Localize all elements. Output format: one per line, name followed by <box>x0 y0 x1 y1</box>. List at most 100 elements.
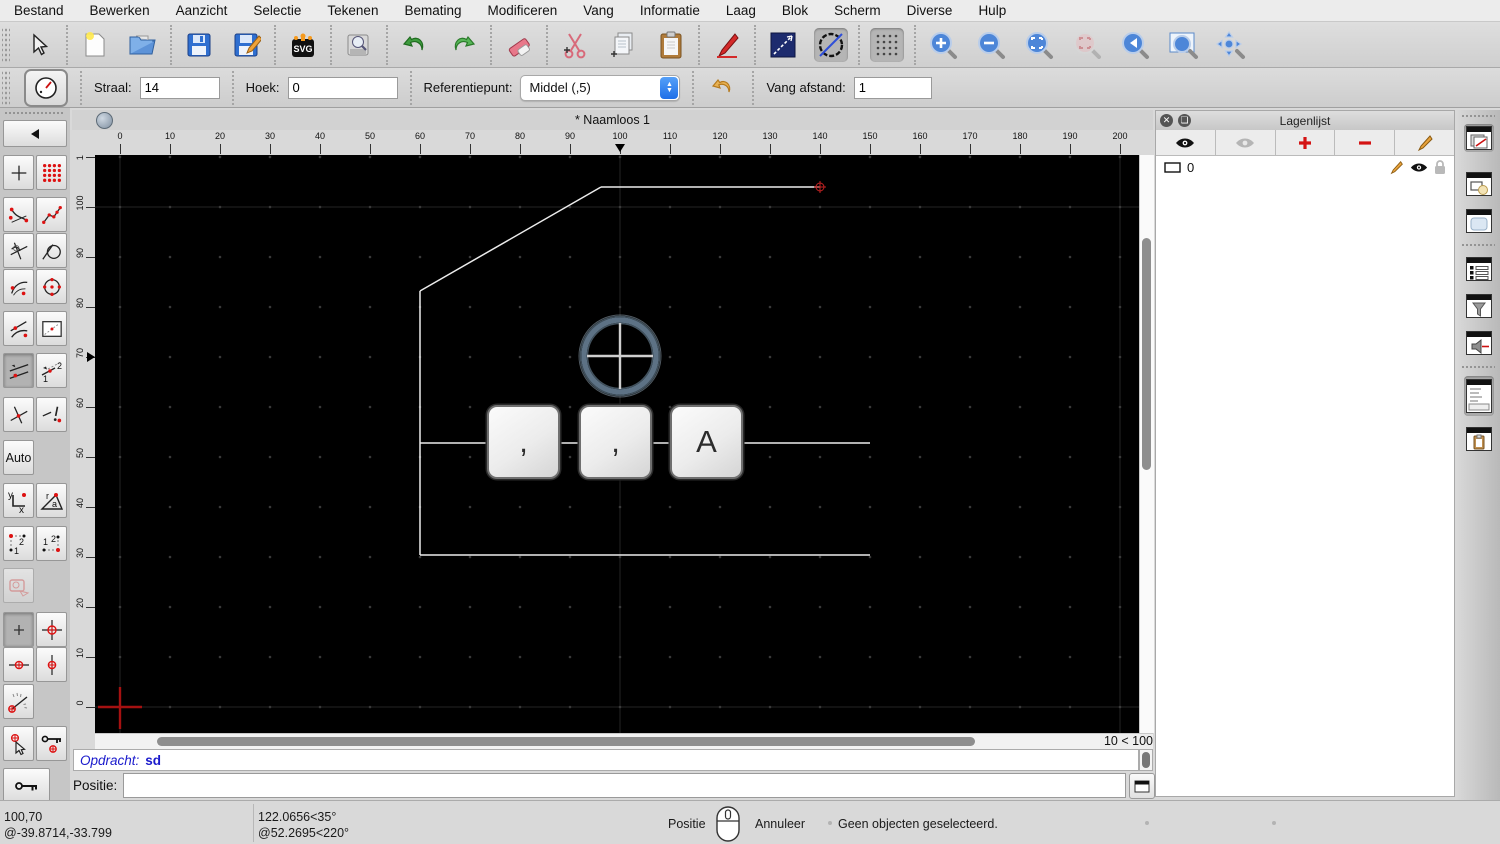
hide-all-layers-button[interactable] <box>1215 130 1276 156</box>
preview-palette-button[interactable] <box>1464 207 1494 235</box>
print-preview-button[interactable] <box>342 28 376 62</box>
layer-row[interactable]: 0 <box>1156 156 1454 178</box>
show-all-layers-button[interactable] <box>1156 130 1216 156</box>
param-undo-button[interactable] <box>706 71 740 105</box>
palette-collapse-button[interactable] <box>3 120 67 147</box>
tool-tangent-arc[interactable] <box>3 311 34 346</box>
tool-shape-snap[interactable] <box>3 568 34 603</box>
line-mode-button[interactable] <box>766 28 800 62</box>
zoom-in-button[interactable] <box>926 28 960 62</box>
tool-point[interactable] <box>3 155 34 190</box>
select-tool-button[interactable] <box>22 28 56 62</box>
menu-hulp[interactable]: Hulp <box>978 3 1006 18</box>
position-input[interactable] <box>123 772 1126 798</box>
tool-construction-line[interactable] <box>36 311 67 346</box>
layer-edit-pencil-icon[interactable] <box>1389 160 1404 175</box>
tool-coord-polar[interactable]: ra <box>36 483 67 518</box>
horizontal-scrollbar-thumb[interactable] <box>157 737 975 746</box>
save-as-button[interactable] <box>230 28 264 62</box>
command-scrollbar[interactable] <box>1139 749 1153 771</box>
menu-blok[interactable]: Blok <box>782 3 808 18</box>
tool-point-on-line[interactable] <box>36 397 67 432</box>
zoom-selection-button[interactable] <box>1070 28 1104 62</box>
gauge-mode-button[interactable] <box>24 68 68 107</box>
pen-style-button[interactable] <box>710 28 744 62</box>
panel-close-button[interactable]: ✕ <box>1160 114 1173 127</box>
paste-button[interactable] <box>654 28 688 62</box>
save-button[interactable] <box>182 28 216 62</box>
erase-button[interactable] <box>502 28 536 62</box>
drawing-canvas[interactable]: ,,A <box>95 155 1139 733</box>
command-palette-button[interactable] <box>1464 376 1494 416</box>
vang-afstand-input[interactable] <box>853 76 932 99</box>
zoom-previous-button[interactable] <box>1118 28 1152 62</box>
tool-arc[interactable] <box>3 269 34 304</box>
menu-bewerken[interactable]: Bewerken <box>90 3 150 18</box>
menu-scherm[interactable]: Scherm <box>834 3 881 18</box>
document-proxy-icon[interactable] <box>96 112 113 129</box>
menu-tekenen[interactable]: Tekenen <box>327 3 378 18</box>
tool-snap-horizontal[interactable] <box>3 647 34 682</box>
announce-palette-button[interactable] <box>1464 329 1494 357</box>
tool-trim[interactable] <box>3 233 34 268</box>
remove-layer-button[interactable] <box>1335 130 1396 156</box>
layer-color-swatch[interactable] <box>1164 161 1181 173</box>
clipboard-palette-button[interactable] <box>1464 425 1494 453</box>
tool-parallel-numbered[interactable]: 12 <box>36 353 67 388</box>
tool-coord-xy[interactable]: yx <box>3 483 34 518</box>
straal-input[interactable] <box>139 76 220 99</box>
tool-snap-point[interactable] <box>3 612 34 647</box>
panel-dock-button[interactable]: ❏ <box>1178 114 1191 127</box>
new-document-button[interactable] <box>78 28 112 62</box>
layer-lock-icon[interactable] <box>1434 159 1446 175</box>
open-document-button[interactable] <box>126 28 160 62</box>
tool-circle-tangent[interactable] <box>36 233 67 268</box>
menu-laag[interactable]: Laag <box>726 3 756 18</box>
tool-spline[interactable] <box>3 197 34 232</box>
tool-snap-angle[interactable] <box>3 684 34 719</box>
edit-layer-button[interactable] <box>1395 130 1454 156</box>
menu-vang[interactable]: Vang <box>583 3 614 18</box>
tool-relative-12-b[interactable]: 12 <box>36 526 67 561</box>
layers-panel-header[interactable]: ✕ ❏ Lagenlijst <box>1156 111 1454 131</box>
ellipse-mode-button[interactable] <box>814 27 848 62</box>
tool-point-grid[interactable] <box>36 155 67 190</box>
hoek-input[interactable] <box>287 76 398 99</box>
copy-button[interactable] <box>606 28 640 62</box>
objects-palette-button[interactable] <box>1464 170 1494 198</box>
layers-palette-button[interactable] <box>1464 124 1494 152</box>
tool-auto[interactable]: Auto <box>3 440 34 475</box>
grid-toggle-button[interactable] <box>870 27 904 62</box>
zoom-out-button[interactable] <box>974 28 1008 62</box>
zoom-fit-button[interactable] <box>1022 28 1056 62</box>
tool-snap-select[interactable] <box>3 726 34 761</box>
cut-button[interactable] <box>558 28 592 62</box>
command-line[interactable]: Opdracht: sd <box>73 749 1139 771</box>
filter-palette-button[interactable] <box>1464 292 1494 320</box>
tool-intersection-point[interactable] <box>3 397 34 432</box>
tool-relative-12-a[interactable]: 12 <box>3 526 34 561</box>
menu-bemating[interactable]: Bemating <box>404 3 461 18</box>
command-scrollbar-thumb[interactable] <box>1142 752 1150 768</box>
tool-snap-crosshair[interactable] <box>36 612 67 647</box>
horizontal-scrollbar[interactable] <box>95 733 1100 750</box>
strip-drag-handle[interactable] <box>1461 114 1495 118</box>
tool-snap-vertical[interactable] <box>36 647 67 682</box>
layer-name[interactable]: 0 <box>1187 160 1194 175</box>
add-layer-button[interactable] <box>1275 130 1336 156</box>
pan-button[interactable] <box>1214 28 1248 62</box>
toolbar-drag-handle[interactable] <box>2 26 10 63</box>
svg-export-button[interactable]: SVG <box>286 28 320 62</box>
referentiepunt-select[interactable]: Middel (,5) ▲ ▼ <box>520 74 681 101</box>
undo-button[interactable] <box>398 28 432 62</box>
menu-bestand[interactable]: Bestand <box>14 3 64 18</box>
menu-informatie[interactable]: Informatie <box>640 3 700 18</box>
tool-circle-center[interactable] <box>36 269 67 304</box>
tool-key-snap[interactable] <box>36 726 67 761</box>
zoom-window-button[interactable] <box>1166 28 1200 62</box>
redo-button[interactable] <box>446 28 480 62</box>
menu-aanzicht[interactable]: Aanzicht <box>176 3 228 18</box>
menu-diverse[interactable]: Diverse <box>907 3 953 18</box>
layer-visible-eye-icon[interactable] <box>1410 162 1428 173</box>
vertical-scrollbar-thumb[interactable] <box>1142 238 1151 470</box>
